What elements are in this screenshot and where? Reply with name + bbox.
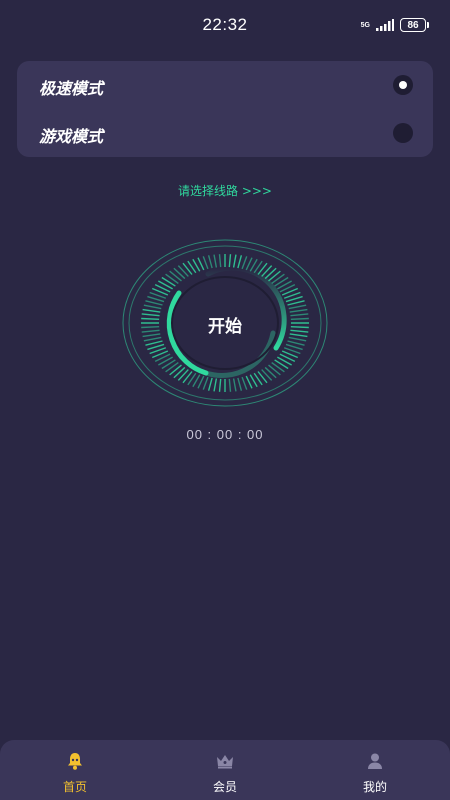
bottom-nav: 首页 会员 我的: [0, 740, 450, 800]
nav-item-profile[interactable]: 我的: [300, 740, 450, 800]
dial-tick: [169, 364, 182, 376]
dial-tick: [143, 336, 162, 342]
signal-icon: [376, 19, 394, 31]
dial-tick: [145, 340, 163, 346]
dial-tick: [143, 304, 162, 310]
dial-tick: [213, 378, 218, 392]
user-icon: [368, 753, 382, 769]
crown-icon: [217, 755, 233, 769]
start-button-label[interactable]: 开始: [0, 312, 450, 337]
dial-tick: [169, 270, 182, 282]
dial-tick: [232, 378, 237, 392]
network-type: 5G: [360, 21, 370, 29]
dial-tick: [197, 375, 205, 389]
dial-tick: [228, 378, 232, 392]
bell-icon: [68, 753, 82, 770]
dial-tick: [268, 364, 281, 376]
mode-label-game: 游戏模式: [39, 127, 104, 146]
select-route-link[interactable]: 请选择线路 >>>: [0, 182, 450, 199]
radio-game[interactable]: [393, 123, 413, 143]
dial-tick: [288, 336, 307, 342]
dial-tick: [264, 267, 277, 280]
dial-tick: [218, 254, 222, 268]
dial-tick: [173, 366, 186, 379]
dial-tick: [264, 366, 277, 379]
dial-tick: [207, 377, 213, 391]
dial-tick: [288, 304, 307, 310]
dial-tick: [287, 340, 305, 346]
dial-tick: [207, 255, 213, 269]
mode-label-fast: 极速模式: [39, 79, 104, 98]
dial-tick: [271, 362, 285, 373]
dial-tick: [237, 377, 243, 391]
mode-option-game[interactable]: 游戏模式: [17, 109, 433, 157]
nav-label-home: 首页: [62, 780, 87, 794]
nav-item-home[interactable]: 首页: [0, 740, 150, 800]
dial-tick: [202, 376, 209, 390]
status-bar: 22:32 5G 86: [0, 0, 450, 52]
dial-tick: [232, 254, 237, 268]
radio-fast[interactable]: [393, 75, 413, 95]
dial-tick: [228, 254, 232, 268]
nav-label-profile: 我的: [362, 780, 387, 794]
mode-card: 极速模式 游戏模式: [17, 61, 433, 157]
dial-tick: [218, 378, 222, 392]
dial-tick: [165, 362, 179, 373]
dial-tick: [241, 376, 248, 390]
battery-indicator: 86: [400, 18, 429, 32]
battery-level: 86: [407, 19, 419, 31]
dial-tick: [271, 273, 285, 284]
mode-option-fast[interactable]: 极速模式: [17, 61, 433, 109]
dial-tick: [165, 273, 179, 284]
nav-label-member: 会员: [212, 780, 237, 794]
status-indicators: 5G 86: [360, 18, 429, 32]
dial-tick: [245, 375, 253, 389]
dial-tick: [145, 300, 163, 306]
dial-tick: [197, 257, 205, 271]
dial-tick: [213, 254, 218, 268]
dial-tick: [202, 256, 209, 270]
dial-tick: [268, 270, 281, 282]
connection-timer: 00 : 00 : 00: [186, 427, 264, 442]
nav-item-member[interactable]: 会员: [150, 740, 300, 800]
dial-tick: [287, 300, 305, 306]
dial-tick: [173, 267, 186, 280]
